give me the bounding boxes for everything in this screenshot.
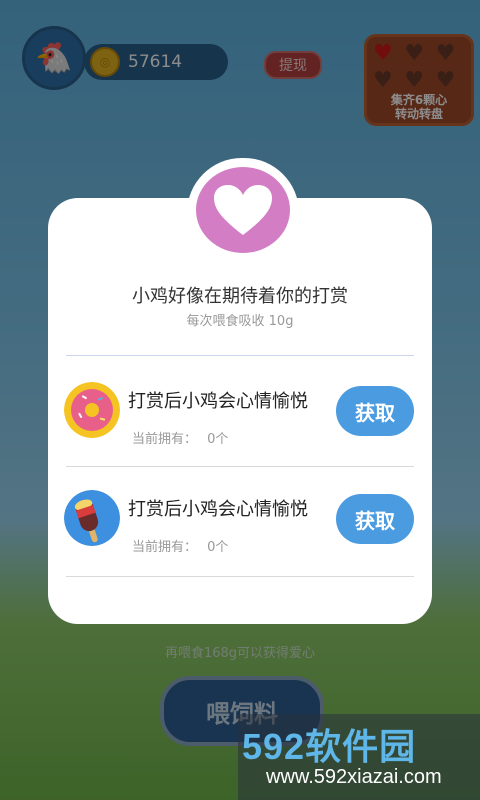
item-title: 打赏后小鸡会心情愉悦	[128, 391, 308, 412]
modal-heart-badge	[187, 158, 299, 262]
owned-value: 0个	[207, 432, 229, 447]
item-owned: 当前拥有： 0个	[132, 428, 228, 447]
divider	[66, 355, 414, 356]
owned-label: 当前拥有：	[132, 540, 198, 555]
divider	[66, 466, 414, 467]
popsicle-icon	[64, 490, 120, 546]
donut-icon	[64, 382, 120, 438]
get-button[interactable]: 获取	[336, 386, 414, 436]
modal-subtitle: 每次喂食吸收 10g	[186, 314, 294, 329]
item-owned: 当前拥有： 0个	[132, 536, 228, 555]
owned-label: 当前拥有：	[132, 432, 198, 447]
heart-circle	[196, 167, 290, 253]
watermark-url: www.592xiazai.com	[266, 766, 442, 788]
item-title: 打赏后小鸡会心情愉悦	[128, 499, 308, 520]
watermark-title: 592软件园	[242, 726, 417, 767]
modal-title: 小鸡好像在期待着你的打赏	[132, 286, 348, 307]
owned-value: 0个	[207, 540, 229, 555]
get-button[interactable]: 获取	[336, 494, 414, 544]
divider	[66, 576, 414, 577]
watermark: 592软件园 www.592xiazai.com	[238, 714, 480, 800]
heart-icon	[214, 185, 272, 235]
